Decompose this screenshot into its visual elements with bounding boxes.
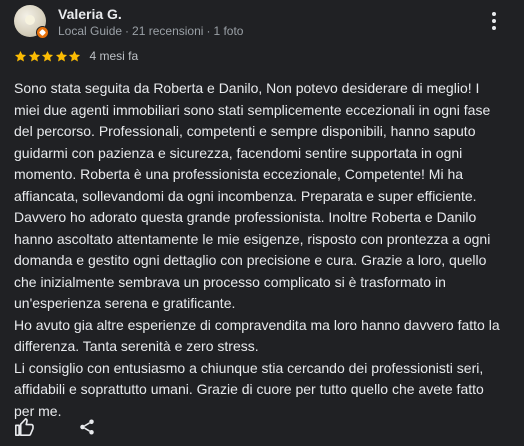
review-paragraph: Li consiglio con entusiasmo a chiunque s… xyxy=(14,359,484,419)
avatar-image xyxy=(25,15,35,25)
local-guide-badge-icon xyxy=(36,26,49,39)
rating-row: 4 mesi fa xyxy=(14,48,138,64)
reviewer-meta: Local Guide · 21 recensioni · 1 foto xyxy=(58,24,243,38)
photos-count: 1 foto xyxy=(213,24,244,38)
star-rating xyxy=(14,50,82,63)
review-text: Sono stata seguita da Roberta e Danilo, … xyxy=(14,78,506,422)
meta-separator: · xyxy=(125,24,130,38)
more-vert-icon xyxy=(492,26,496,30)
review-actions xyxy=(14,418,96,436)
review-card: Valeria G. Local Guide · 21 recensioni · 1 f… xyxy=(0,0,524,446)
thumb-up-icon xyxy=(15,418,34,436)
star-icon xyxy=(55,50,68,63)
star-icon xyxy=(68,50,81,63)
share-icon xyxy=(80,419,94,435)
more-options-button[interactable] xyxy=(487,12,501,30)
more-vert-icon xyxy=(492,19,496,23)
star-icon xyxy=(28,50,41,63)
avatar[interactable] xyxy=(14,5,49,39)
like-button[interactable] xyxy=(14,418,34,436)
meta-separator: · xyxy=(206,24,211,38)
star-icon xyxy=(14,50,27,63)
share-button[interactable] xyxy=(78,418,96,436)
reviewer-name[interactable]: Valeria G. xyxy=(58,6,122,22)
review-paragraph: Sono stata seguita da Roberta e Danilo, … xyxy=(14,80,491,311)
reviews-count: 21 recensioni xyxy=(132,24,204,38)
review-date: 4 mesi fa xyxy=(89,49,139,63)
local-guide-label: Local Guide xyxy=(58,24,123,38)
more-vert-icon xyxy=(492,12,496,16)
review-paragraph: Ho avuto gia altre esperienze di comprav… xyxy=(14,316,500,355)
star-icon xyxy=(41,50,54,63)
